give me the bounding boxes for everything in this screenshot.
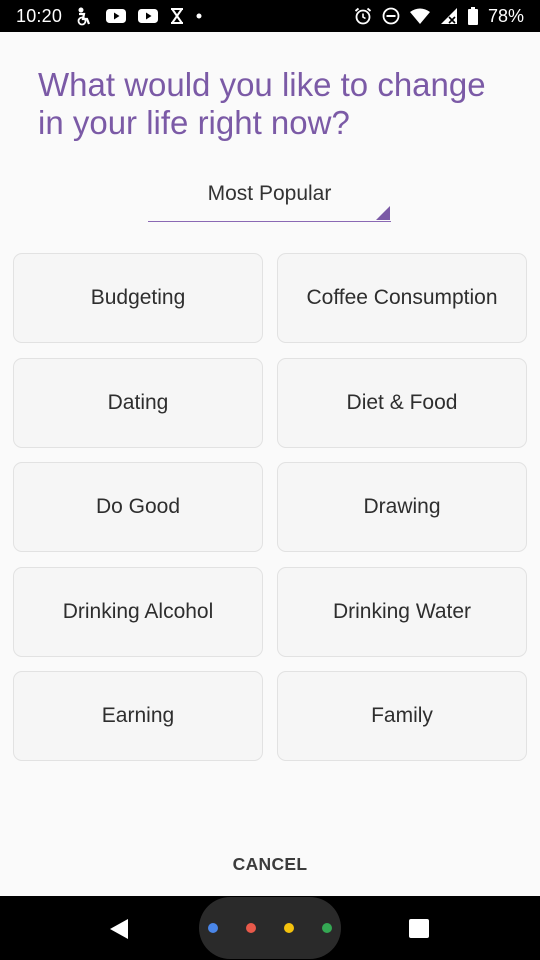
navigation-bar bbox=[0, 896, 540, 960]
status-time: 10:20 bbox=[16, 5, 63, 26]
cancel-button[interactable]: CANCEL bbox=[0, 854, 540, 875]
status-right: 78% bbox=[354, 6, 524, 27]
alarm-icon bbox=[354, 7, 372, 25]
option-card-budgeting[interactable]: Budgeting bbox=[13, 253, 263, 343]
option-card-diet-food[interactable]: Diet & Food bbox=[277, 357, 527, 448]
accessibility-icon bbox=[74, 6, 94, 26]
options-grid: Budgeting Coffee Consumption Dating Diet… bbox=[13, 253, 527, 761]
do-not-disturb-icon bbox=[382, 7, 400, 25]
option-card-earning[interactable]: Earning bbox=[13, 671, 263, 761]
home-button[interactable] bbox=[199, 897, 341, 959]
battery-icon bbox=[467, 7, 478, 25]
battery-percentage: 78% bbox=[487, 5, 524, 26]
option-card-drinking-alcohol[interactable]: Drinking Alcohol bbox=[13, 566, 263, 657]
dropdown-arrow-icon bbox=[376, 206, 390, 220]
option-card-family[interactable]: Family bbox=[277, 671, 527, 761]
category-filter-dropdown[interactable]: Most Popular bbox=[148, 178, 391, 222]
dropdown-selected-value: Most Popular bbox=[207, 182, 332, 205]
status-left: 10:20 bbox=[16, 6, 202, 27]
back-icon[interactable] bbox=[108, 918, 130, 945]
main-content: What would you like to change in your li… bbox=[0, 32, 540, 896]
signal-icon bbox=[440, 7, 458, 25]
option-card-do-good[interactable]: Do Good bbox=[13, 462, 263, 552]
youtube-icon bbox=[106, 9, 127, 23]
wifi-icon bbox=[409, 8, 430, 24]
hourglass-icon bbox=[170, 8, 184, 24]
status-bar: 10:20 78% bbox=[0, 0, 540, 32]
option-card-drinking-water[interactable]: Drinking Water bbox=[277, 566, 527, 657]
recents-icon[interactable] bbox=[409, 919, 429, 938]
assistant-dot-red bbox=[246, 923, 256, 933]
assistant-dot-green bbox=[322, 923, 332, 933]
option-card-coffee-consumption[interactable]: Coffee Consumption bbox=[277, 253, 527, 343]
assistant-dot-yellow bbox=[284, 923, 294, 933]
option-card-drawing[interactable]: Drawing bbox=[277, 462, 527, 552]
option-card-dating[interactable]: Dating bbox=[13, 357, 263, 448]
page-title: What would you like to change in your li… bbox=[38, 66, 486, 141]
youtube-icon bbox=[138, 9, 159, 23]
dot-icon bbox=[196, 13, 202, 19]
assistant-dot-blue bbox=[208, 923, 218, 933]
